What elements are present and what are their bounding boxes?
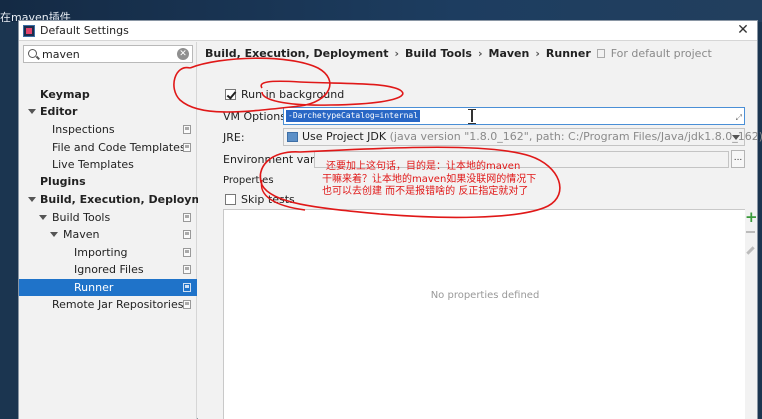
folder-icon bbox=[287, 132, 298, 142]
annotation-line: 干嘛来着？让本地的maven如果没联网的情况下 bbox=[322, 174, 537, 185]
breadcrumb-item: Maven bbox=[488, 47, 530, 60]
annotation-line: 也可以去创建 而不是报错啥的 反正指定就对了 bbox=[322, 186, 529, 197]
project-scope-icon bbox=[183, 125, 191, 134]
run-in-background-label[interactable]: Run in background bbox=[241, 88, 344, 101]
settings-sidebar: ✕ Keymap Editor Inspections File and Cod… bbox=[19, 42, 223, 419]
project-scope-icon bbox=[183, 265, 191, 274]
chevron-down-icon[interactable] bbox=[28, 197, 36, 202]
vm-options-input[interactable]: -DarchetypeCatalog=internal ⤢ bbox=[283, 107, 745, 125]
project-scope-icon bbox=[183, 300, 191, 309]
sidebar-item-label: Maven bbox=[63, 228, 100, 241]
chevron-down-icon[interactable] bbox=[28, 109, 36, 114]
sidebar-item-importing[interactable]: Importing bbox=[19, 244, 197, 261]
sidebar-item-inspections[interactable]: Inspections bbox=[19, 121, 197, 138]
project-scope-icon bbox=[183, 283, 191, 292]
breadcrumb-item: Build Tools bbox=[405, 47, 472, 60]
jre-value: Use Project JDK bbox=[302, 130, 387, 143]
properties-label: Properties bbox=[223, 175, 274, 186]
sidebar-item-remote-jar-repositories[interactable]: Remote Jar Repositories bbox=[19, 296, 197, 313]
annotation-line: 还要加上这句话，目的是：让本地的maven bbox=[326, 161, 521, 172]
sidebar-item-label: File and Code Templates bbox=[52, 141, 186, 154]
sidebar-item-maven[interactable]: Maven bbox=[19, 226, 197, 243]
breadcrumb-item: Build, Execution, Deployment bbox=[205, 47, 389, 60]
title-bar[interactable]: Default Settings ✕ bbox=[19, 21, 757, 41]
search-icon bbox=[28, 49, 37, 58]
expand-icon[interactable]: ⤢ bbox=[736, 113, 742, 123]
properties-toolbar: + bbox=[745, 209, 758, 419]
sidebar-item-label: Live Templates bbox=[52, 158, 134, 171]
sidebar-item-editor[interactable]: Editor bbox=[19, 103, 197, 120]
intellij-app-icon bbox=[23, 25, 35, 37]
sidebar-item-label: Remote Jar Repositories bbox=[52, 298, 184, 311]
project-scope-icon bbox=[183, 143, 191, 152]
jre-detail: (java version "1.8.0_162", path: C:/Prog… bbox=[389, 130, 762, 143]
project-scope-icon bbox=[183, 230, 191, 239]
properties-table[interactable]: No properties defined bbox=[223, 209, 745, 419]
sidebar-item-file-and-code-templates[interactable]: File and Code Templates bbox=[19, 139, 197, 156]
vm-options-label: VM Options: bbox=[223, 110, 290, 123]
sidebar-item-plugins[interactable]: Plugins bbox=[19, 173, 197, 190]
sidebar-item-keymap[interactable]: Keymap bbox=[19, 86, 197, 103]
properties-empty-text: No properties defined bbox=[430, 290, 540, 301]
sidebar-item-build-tools[interactable]: Build Tools bbox=[19, 209, 197, 226]
sidebar-item-label: Build, Execution, Deployment bbox=[40, 193, 224, 206]
search-input[interactable] bbox=[42, 47, 172, 61]
edit-icon[interactable] bbox=[746, 246, 755, 255]
remove-icon[interactable] bbox=[746, 231, 755, 233]
jre-select[interactable]: Use Project JDK (java version "1.8.0_162… bbox=[283, 128, 762, 146]
chevron-down-icon[interactable] bbox=[39, 215, 47, 220]
sidebar-item-ignored-files[interactable]: Ignored Files bbox=[19, 261, 197, 278]
close-icon[interactable]: ✕ bbox=[735, 22, 751, 38]
skip-tests-checkbox[interactable] bbox=[225, 194, 236, 205]
chevron-down-icon[interactable] bbox=[50, 232, 58, 237]
sidebar-item-label: Importing bbox=[74, 246, 128, 259]
breadcrumb-separator: › bbox=[394, 47, 400, 60]
settings-dialog: Default Settings ✕ ✕ Keymap Editor Inspe… bbox=[18, 20, 762, 419]
window-title: Default Settings bbox=[40, 24, 129, 37]
project-scope-icon bbox=[596, 49, 605, 58]
jre-label: JRE: bbox=[223, 131, 245, 144]
desktop-background bbox=[0, 0, 762, 22]
sidebar-item-label: Editor bbox=[40, 105, 78, 118]
clear-search-icon[interactable]: ✕ bbox=[177, 48, 189, 60]
text-cursor-icon bbox=[468, 109, 476, 124]
sidebar-item-build-execution-deployment[interactable]: Build, Execution, Deployment bbox=[19, 191, 223, 208]
sidebar-item-live-templates[interactable]: Live Templates bbox=[19, 156, 197, 173]
search-box[interactable]: ✕ bbox=[23, 45, 193, 63]
sidebar-item-label: Keymap bbox=[40, 88, 90, 101]
sidebar-item-label: Inspections bbox=[52, 123, 115, 136]
breadcrumb-separator: › bbox=[535, 47, 540, 60]
sidebar-item-label: Runner bbox=[74, 281, 114, 294]
sidebar-item-label: Plugins bbox=[40, 175, 86, 188]
skip-tests-label[interactable]: Skip tests bbox=[241, 193, 295, 206]
breadcrumb-separator: › bbox=[477, 47, 483, 60]
breadcrumb-note: For default project bbox=[610, 47, 712, 60]
jre-selected-value: Use Project JDK (java version "1.8.0_162… bbox=[302, 130, 762, 143]
environment-variables-browse-button[interactable]: ... bbox=[731, 150, 745, 168]
runner-settings-panel: Build, Execution, Deployment › Build Tools… bbox=[198, 42, 762, 419]
vm-options-selected-text: -DarchetypeCatalog=internal bbox=[286, 110, 421, 122]
chevron-down-icon[interactable] bbox=[732, 135, 740, 140]
sidebar-item-runner[interactable]: Runner bbox=[19, 279, 197, 296]
sidebar-item-label: Build Tools bbox=[52, 211, 111, 224]
breadcrumb: Build, Execution, Deployment › Build Tools… bbox=[205, 47, 712, 60]
project-scope-icon bbox=[183, 213, 191, 222]
breadcrumb-item: Runner bbox=[545, 47, 591, 60]
sidebar-item-label: Ignored Files bbox=[74, 263, 144, 276]
project-scope-icon bbox=[183, 248, 191, 257]
run-in-background-checkbox[interactable] bbox=[225, 89, 236, 100]
add-icon[interactable]: + bbox=[745, 210, 758, 225]
